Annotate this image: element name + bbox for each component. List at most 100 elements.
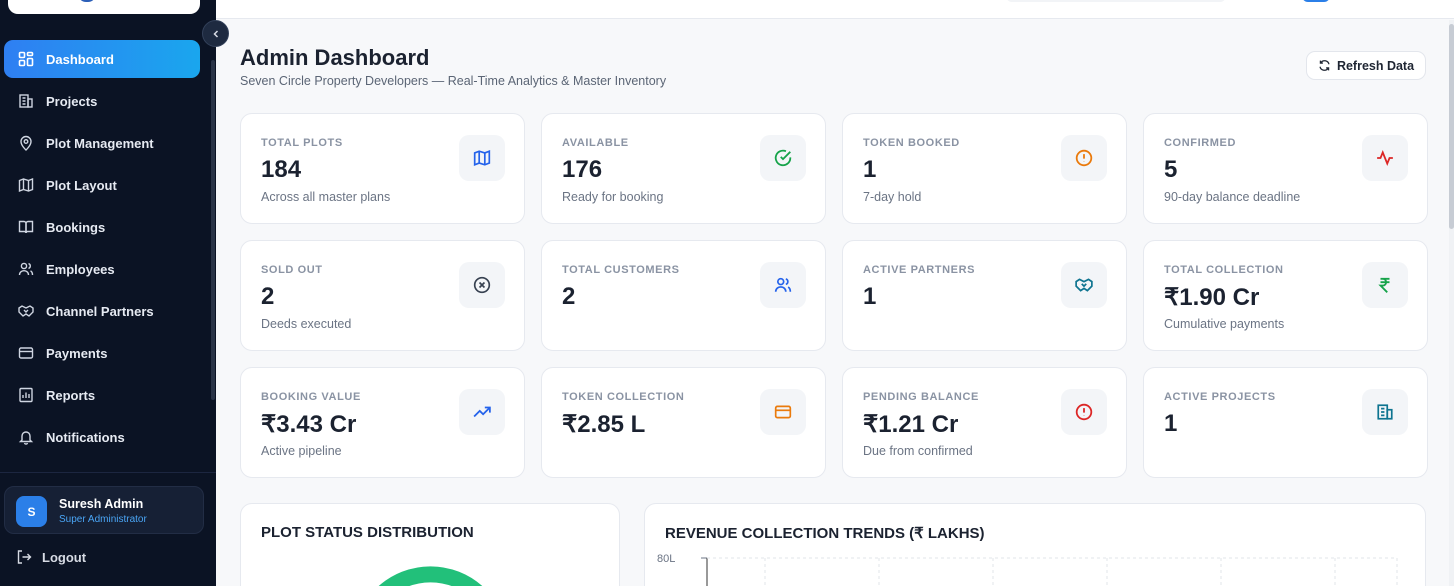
stat-value: 2 <box>261 283 275 310</box>
sidebar-item-label: Plot Layout <box>46 177 117 193</box>
building-icon <box>17 93 34 110</box>
user-role: Super Administrator <box>59 514 147 525</box>
stat-value: 176 <box>562 156 603 183</box>
stat-value: 1 <box>863 156 877 183</box>
users-icon <box>760 262 806 308</box>
stat-label: ACTIVE PARTNERS <box>863 264 976 276</box>
handshake-icon <box>1061 262 1107 308</box>
check-circle-icon <box>760 135 806 181</box>
sidebar-item-dashboard[interactable]: Dashboard <box>4 40 200 78</box>
stat-label: TOTAL CUSTOMERS <box>562 264 680 276</box>
stat-card-confirmed[interactable]: CONFIRMED 5 90-day balance deadline <box>1143 113 1428 224</box>
refresh-data-button[interactable]: Refresh Data <box>1306 51 1426 80</box>
stat-label: AVAILABLE <box>562 137 629 149</box>
stat-description: Across all master plans <box>261 190 391 204</box>
top-bar <box>216 0 1454 19</box>
sidebar-item-label: Employees <box>46 261 115 277</box>
stat-label: BOOKING VALUE <box>261 391 361 403</box>
stat-card-token-collection[interactable]: TOKEN COLLECTION ₹2.85 L <box>541 367 826 478</box>
sidebar-item-label: Bookings <box>46 219 106 235</box>
stat-description: 90-day balance deadline <box>1164 190 1301 204</box>
profile-menu-button[interactable] <box>1302 0 1330 2</box>
sidebar-item-plot-management[interactable]: Plot Management <box>4 124 200 162</box>
refresh-label: Refresh Data <box>1336 58 1415 73</box>
users-icon <box>17 261 34 278</box>
book-icon <box>17 219 34 236</box>
stat-description: Due from confirmed <box>863 444 973 458</box>
sidebar: Dashboard Projects Plot Management Plot … <box>0 0 216 586</box>
sidebar-item-payments[interactable]: Payments <box>4 334 200 372</box>
stat-card-booking-value[interactable]: BOOKING VALUE ₹3.43 Cr Active pipeline <box>240 367 525 478</box>
building-icon <box>1362 389 1408 435</box>
page-scrollbar[interactable] <box>1449 20 1454 586</box>
sidebar-item-label: Channel Partners <box>46 303 154 319</box>
stat-card-total-plots[interactable]: TOTAL PLOTS 184 Across all master plans <box>240 113 525 224</box>
map-icon <box>17 177 34 194</box>
company-logo[interactable] <box>8 0 200 14</box>
user-name: Suresh Admin <box>59 497 144 511</box>
logout-icon <box>16 549 32 565</box>
sidebar-item-label: Payments <box>46 345 108 361</box>
stat-label: PENDING BALANCE <box>863 391 979 403</box>
stat-description: Active pipeline <box>261 444 342 458</box>
stat-card-total-collection[interactable]: TOTAL COLLECTION ₹1.90 Cr Cumulative pay… <box>1143 240 1428 351</box>
rupee-icon <box>1362 262 1408 308</box>
report-icon <box>17 387 34 404</box>
stat-description: 7-day hold <box>863 190 922 204</box>
sidebar-item-plot-layout[interactable]: Plot Layout <box>4 166 200 204</box>
stat-card-active-partners[interactable]: ACTIVE PARTNERS 1 <box>842 240 1127 351</box>
logout-button[interactable]: Logout <box>16 549 86 565</box>
stat-label: CONFIRMED <box>1164 137 1237 149</box>
stat-cards-grid: TOTAL PLOTS 184 Across all master plans … <box>240 113 1428 478</box>
sidebar-item-notifications[interactable]: Notifications <box>4 418 200 456</box>
credit-card-icon <box>760 389 806 435</box>
page-scrollbar-thumb[interactable] <box>1449 24 1454 229</box>
stat-card-total-customers[interactable]: TOTAL CUSTOMERS 2 <box>541 240 826 351</box>
sidebar-item-label: Dashboard <box>46 51 114 67</box>
sidebar-item-bookings[interactable]: Bookings <box>4 208 200 246</box>
stat-value: 5 <box>1164 156 1178 183</box>
stat-card-active-projects[interactable]: ACTIVE PROJECTS 1 <box>1143 367 1428 478</box>
sidebar-item-label: Reports <box>46 387 96 403</box>
stat-value: ₹1.21 Cr <box>863 411 959 438</box>
bell-icon <box>17 429 34 446</box>
sidebar-item-reports[interactable]: Reports <box>4 376 200 414</box>
donut-segment-available[interactable] <box>378 566 483 586</box>
plot-status-donut <box>378 566 483 586</box>
search-input[interactable] <box>1006 0 1226 2</box>
sidebar-collapse-button[interactable] <box>202 20 229 47</box>
sidebar-item-projects[interactable]: Projects <box>4 82 200 120</box>
sidebar-footer: S Suresh Admin Super Administrator Logou… <box>0 472 216 586</box>
plot-status-panel: PLOT STATUS DISTRIBUTION <box>240 503 620 586</box>
stat-value: 184 <box>261 156 302 183</box>
stat-label: TOKEN COLLECTION <box>562 391 685 403</box>
map-pin-icon <box>17 135 34 152</box>
sidebar-item-label: Notifications <box>46 429 125 445</box>
dashboard-icon <box>17 51 34 68</box>
logout-label: Logout <box>42 549 87 565</box>
stat-label: ACTIVE PROJECTS <box>1164 391 1276 403</box>
stat-card-pending-balance[interactable]: PENDING BALANCE ₹1.21 Cr Due from confir… <box>842 367 1127 478</box>
stat-description: Cumulative payments <box>1164 317 1285 331</box>
stat-value: ₹1.90 Cr <box>1164 284 1260 311</box>
user-profile-card[interactable]: S Suresh Admin Super Administrator <box>4 486 204 534</box>
revenue-chart-area <box>701 557 1398 586</box>
revenue-trends-panel: REVENUE COLLECTION TRENDS (₹ LAKHS) 80L <box>644 503 1426 586</box>
main-content: Admin Dashboard Seven Circle Property De… <box>216 20 1450 586</box>
alert-circle-icon <box>1061 135 1107 181</box>
stat-card-available[interactable]: AVAILABLE 176 Ready for booking <box>541 113 826 224</box>
stat-card-sold-out[interactable]: SOLD OUT 2 Deeds executed <box>240 240 525 351</box>
sidebar-item-employees[interactable]: Employees <box>4 250 200 288</box>
stat-label: SOLD OUT <box>261 264 323 276</box>
credit-card-icon <box>17 345 34 362</box>
sidebar-item-channel-partners[interactable]: Channel Partners <box>4 292 200 330</box>
x-circle-icon <box>459 262 505 308</box>
map-icon <box>459 135 505 181</box>
refresh-icon <box>1319 60 1330 71</box>
handshake-icon <box>17 303 34 320</box>
sidebar-scrollbar[interactable] <box>211 60 215 400</box>
stat-value: 1 <box>1164 410 1178 437</box>
activity-icon <box>1362 135 1408 181</box>
stat-value: ₹3.43 Cr <box>261 411 357 438</box>
stat-card-token-booked[interactable]: TOKEN BOOKED 1 7-day hold <box>842 113 1127 224</box>
